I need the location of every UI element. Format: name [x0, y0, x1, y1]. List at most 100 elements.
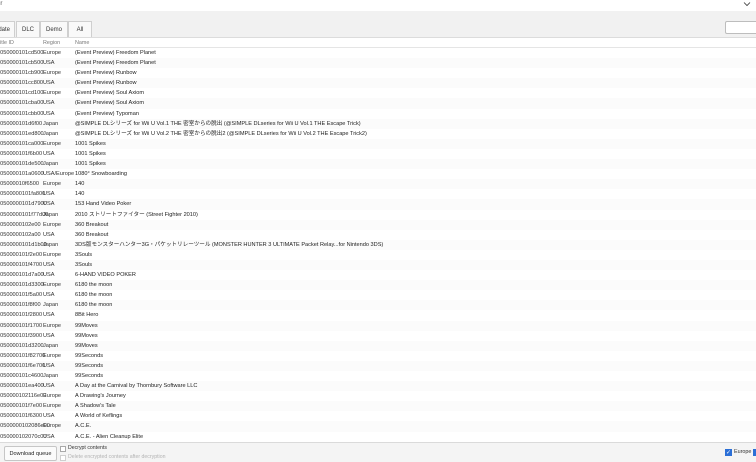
table-row[interactable]: 00500000101fa800 USA 140 — [0, 189, 756, 200]
title-id-cell: 0050000101f4700 — [0, 261, 43, 268]
table-row[interactable]: 0050000101ca000 Europe 1001 Spikes — [0, 138, 756, 149]
region-cell: USA — [43, 231, 55, 238]
table-row[interactable]: 0050000101cd500 Europe (Event Preview) Fre… — [0, 48, 756, 59]
table-row[interactable]: 00500000102086e00 Europe A.C.E. — [0, 421, 756, 432]
table-row[interactable]: 00500000102e00 Europe 360 Breakout — [0, 219, 756, 230]
table-row[interactable]: 0050000101f3900 USA 99Moves — [0, 330, 756, 341]
table-row[interactable]: 0050000101f6e700 USA 99Seconds — [0, 360, 756, 371]
name-cell: A Drawing's Journey — [75, 393, 126, 400]
chevron-down-icon[interactable] — [743, 0, 751, 8]
title-id-cell: 0050000101cd500 — [0, 50, 44, 56]
title-id-cell: 0050000101d6f00 — [0, 120, 43, 127]
name-cell: (Event Preview) Freedom Planet — [75, 60, 156, 67]
table-row[interactable]: 005000010f6500 Europe 140 — [0, 179, 756, 190]
table-row[interactable]: 0050000101f4700 USA 3Souls — [0, 259, 756, 271]
table-row[interactable]: 00500000102a00 USA 360 Breakout — [0, 229, 756, 240]
title-id-cell: 0050000101f3900 — [0, 332, 43, 339]
region-cell: Europe — [43, 282, 62, 289]
table-row[interactable]: 0050000101a0600 USA/Europe 1080° Snowboard… — [0, 169, 756, 180]
region-cell: USA — [43, 191, 55, 198]
table-row[interactable]: 0050000101d6f00 Japan @SIMPLE DLシリーズ for W… — [0, 118, 756, 129]
name-cell: 99Moves — [75, 342, 98, 349]
title-id-cell: 0050000101c4600 — [0, 373, 44, 379]
tab-all[interactable]: All — [68, 21, 92, 37]
search-input[interactable] — [725, 21, 756, 34]
delete-encrypted-label: Delete encrypted contents after decrypti… — [68, 454, 166, 460]
title-id-cell: 0050000101de500 — [0, 161, 44, 168]
title-id-cell: 005000010f6500 — [0, 181, 39, 188]
title-id-cell: 00500000101d1b00 — [0, 241, 47, 248]
title-id-cell: 0050000101d3300 — [0, 282, 44, 289]
table-header: Title ID Region Name — [0, 38, 756, 48]
region-cell: Europe — [43, 352, 62, 359]
title-id-cell: 0050000101cb900 — [0, 70, 44, 77]
title-id-cell: 0050000101a0600 — [0, 171, 44, 178]
table-row[interactable]: 0050000101cb500 USA (Event Preview) Freedo… — [0, 58, 756, 69]
title-id-cell: 0050000101cb500 — [0, 60, 44, 67]
table-row[interactable]: 0050000101d7a00 USA 6-HAND VIDEO POKER — [0, 270, 756, 281]
title-id-cell: 0050000101f5a00 — [0, 292, 43, 299]
table-row[interactable]: 0050000101f7e00 Europe A Shadow's Tale — [0, 401, 756, 412]
toolbar: date DLC Demo All — [0, 11, 756, 38]
table-row[interactable]: 0050000101f5a00 USA 6180 the moon — [0, 290, 756, 301]
table-row[interactable]: 0050000101cb900 Europe (Event Preview) Run… — [0, 68, 756, 79]
tab-dlc[interactable]: DLC — [16, 21, 40, 37]
table-row[interactable]: 0050000101cd100 Europe (Event Preview) Sou… — [0, 88, 756, 99]
table-row[interactable]: 0050000101f8f00 Japan 6180 the moon — [0, 300, 756, 311]
region-cell: Europe — [43, 50, 62, 56]
table-row[interactable]: 0050000101cc800 USA (Event Preview) Runbow — [0, 78, 756, 89]
table-row[interactable]: 0050000101f6300 USA A World of Keflings — [0, 411, 756, 422]
title-id-cell: 0050000101ed800 — [0, 130, 44, 137]
name-cell: 8Bit Hero — [75, 312, 99, 319]
region-cell: USA — [43, 433, 55, 440]
region-cell: Europe — [43, 322, 62, 329]
table-row[interactable]: 0050000101f6b00 USA 1001 Spikes — [0, 148, 756, 160]
table-row[interactable]: 0050000101ed800 Japan @SIMPLE DLシリーズ for W… — [0, 128, 756, 139]
column-header-region[interactable]: Region — [43, 40, 60, 46]
region-europe-checkbox[interactable]: ✓ — [725, 449, 732, 456]
name-cell: A Day at the Carnival by Thornbury Softw… — [75, 383, 198, 390]
name-cell: 99Moves — [75, 332, 98, 339]
table-row[interactable]: 0050000101d3300 Europe 6180 the moon — [0, 280, 756, 291]
delete-encrypted-checkbox[interactable] — [60, 455, 66, 461]
table-row[interactable]: 0050000102116e00 Europe A Drawing's Journe… — [0, 391, 756, 402]
table-row[interactable]: 0050000101f2800 USA 8Bit Hero — [0, 310, 756, 321]
table-row[interactable]: 0050000101c4600 Japan 99Seconds — [0, 371, 756, 382]
tab-demo[interactable]: Demo — [40, 21, 68, 37]
tab-update[interactable]: date — [0, 21, 15, 37]
region-cell: USA — [43, 272, 55, 279]
title-id-cell: 00500000101fa800 — [0, 191, 46, 198]
title-id-cell: 0050000101d7a00 — [0, 272, 44, 279]
table-row[interactable]: 0050000101f2e00 Europe 3Souls — [0, 249, 756, 260]
name-cell: 6180 the moon — [75, 282, 113, 289]
download-queue-button[interactable]: Download queue — [4, 446, 57, 461]
name-cell: @SIMPLE DLシリーズ for Wii U Vol.2 THE 密室からの… — [75, 130, 367, 137]
table-row[interactable]: 0050000101f82700 Europe 99Seconds — [0, 350, 756, 361]
name-cell: 6-HAND VIDEO POKER — [75, 272, 136, 279]
table-row[interactable]: 0050000101cbb00 USA (Event Preview) Typoma… — [0, 108, 756, 119]
table-row[interactable]: 0050000102070c00 USA A.C.E. - Alien Cleanu… — [0, 431, 756, 442]
table-row[interactable]: 0050000101de500 Japan 1001 Spikes — [0, 159, 756, 170]
name-cell: 360 Breakout — [75, 231, 109, 238]
table-row[interactable]: 0050000101d3200 Japan 99Moves — [0, 340, 756, 351]
region-cell: Europe — [43, 423, 62, 430]
table-row[interactable]: 0050000101cba00 USA (Event Preview) Soul A… — [0, 98, 756, 109]
table-row[interactable]: 0050000101f1700 Europe 99Moves — [0, 320, 756, 331]
decrypt-checkbox[interactable] — [60, 446, 66, 452]
name-cell: (Event Preview) Runbow — [75, 70, 137, 77]
region-cell: Japan — [43, 211, 59, 218]
table-row[interactable]: 00500000101d1b00 Japan 3DS版モンスターハンター3G・パケッ… — [0, 239, 756, 250]
table-row[interactable]: 00500000101f77d00 Japan 2010 ストリートファイター (S… — [0, 209, 756, 220]
table-row[interactable]: 0050000101ea400 USA A Day at the Carnival … — [0, 381, 756, 392]
region-cell: USA — [43, 292, 55, 299]
column-header-title-id[interactable]: Title ID — [0, 40, 14, 46]
name-cell: 99Seconds — [75, 373, 103, 379]
name-cell: A.C.E. — [75, 423, 92, 430]
title-id-cell: 0050000101f82700 — [0, 352, 46, 359]
table-row[interactable]: 00500000101d7900 USA 153 Hand Video Poker — [0, 199, 756, 210]
region-cell: USA — [43, 261, 55, 268]
column-header-name[interactable]: Name — [75, 40, 89, 46]
name-cell: A.C.E. - Alien Cleanup Elite — [75, 433, 144, 440]
region-cell: USA — [43, 201, 55, 208]
name-cell: (Event Preview) Runbow — [75, 80, 137, 87]
